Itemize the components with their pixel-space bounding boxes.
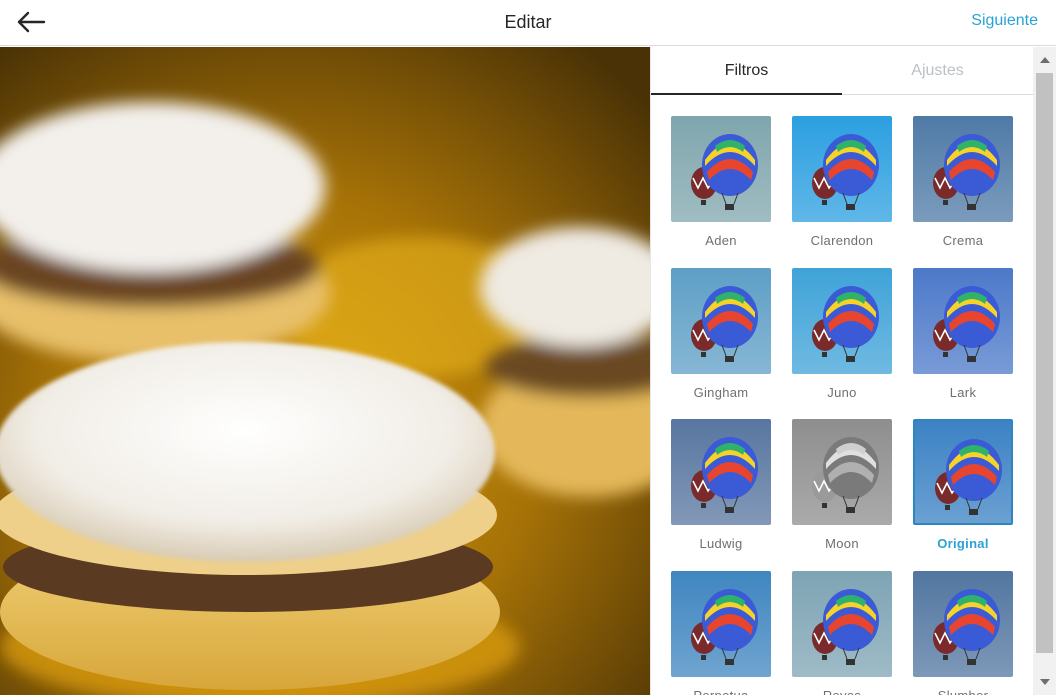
filter-label: Original [937, 536, 989, 551]
top-bar: Editar Siguiente [0, 0, 1056, 46]
filter-item[interactable]: Aden [671, 116, 771, 256]
triangle-down-icon [1039, 679, 1050, 685]
filter-thumbnail [671, 116, 771, 222]
filter-thumbnail [913, 116, 1013, 222]
filter-thumbnail [792, 571, 892, 677]
filter-label: Perpetua [661, 688, 781, 695]
filter-item[interactable]: Juno [792, 268, 892, 408]
filter-thumbnail [792, 268, 892, 374]
filter-label: Juno [827, 385, 857, 400]
filter-label: Slumber [903, 688, 1023, 695]
filter-thumbnail [671, 268, 771, 374]
filter-thumbnail [913, 419, 1013, 525]
filter-item[interactable]: Ludwig [671, 419, 771, 559]
filter-label: Clarendon [810, 233, 874, 248]
next-button[interactable]: Siguiente [971, 12, 1038, 30]
filter-item[interactable]: Slumber [913, 571, 1013, 695]
tab-ajustes[interactable]: Ajustes [842, 47, 1033, 95]
filter-thumbnail [671, 571, 771, 677]
triangle-up-icon [1039, 57, 1050, 63]
filter-label: Aden [705, 233, 737, 248]
filter-item[interactable]: Lark [913, 268, 1013, 408]
scrollbar[interactable] [1033, 47, 1056, 695]
page-title: Editar [504, 12, 552, 32]
filter-item[interactable]: Original [913, 419, 1013, 559]
filter-label: Crema [942, 233, 984, 248]
filter-thumbnail [792, 116, 892, 222]
filter-label: Lark [949, 385, 977, 400]
tab-bar: Filtros Ajustes [651, 47, 1033, 95]
filter-thumbnail [671, 419, 771, 525]
filter-item[interactable]: Perpetua [671, 571, 771, 695]
filter-panel: Filtros Ajustes Aden Clarendon Crema Gingha… [650, 47, 1033, 695]
scroll-down-button[interactable] [1033, 671, 1056, 693]
filter-item[interactable]: Clarendon [792, 116, 892, 256]
filter-thumbnail [792, 419, 892, 525]
filter-item[interactable]: Gingham [671, 268, 771, 408]
filter-item[interactable]: Reyes [792, 571, 892, 695]
filter-label: Moon [825, 536, 859, 551]
photo-preview [0, 47, 650, 695]
filter-thumbnail [913, 571, 1013, 677]
scroll-up-button[interactable] [1033, 49, 1056, 71]
tab-filtros[interactable]: Filtros [651, 47, 842, 95]
filter-item[interactable]: Crema [913, 116, 1013, 256]
filter-label: Ludwig [699, 536, 743, 551]
scrollbar-thumb[interactable] [1036, 73, 1053, 653]
cookie-photo [0, 47, 650, 695]
filter-thumbnail [913, 268, 1013, 374]
filter-label: Reyes [782, 688, 902, 695]
filter-item[interactable]: Moon [792, 419, 892, 559]
filter-label: Gingham [693, 385, 749, 400]
